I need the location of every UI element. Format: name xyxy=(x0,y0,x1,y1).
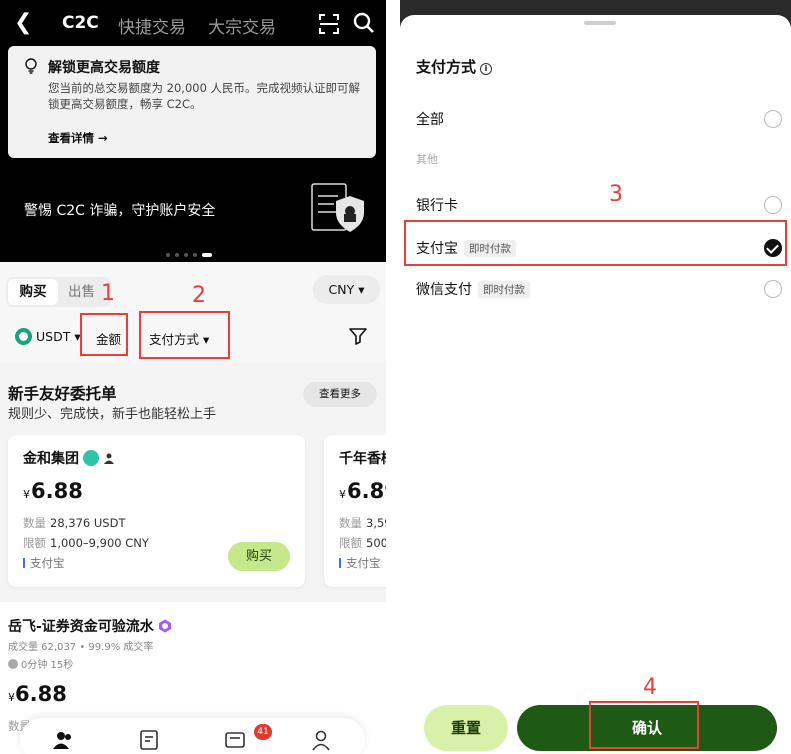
sheet-title: 支付方式 i xyxy=(416,56,493,77)
highlight-box-payment xyxy=(139,311,230,359)
c2c-market-screen: ❮ C2C 快捷交易 大宗交易 解锁更高交易额度 您当前的总交易额度为 20,0… xyxy=(0,0,386,754)
annotation-4: 4 xyxy=(643,675,657,700)
merchant-stats: 成交量 62,037 • 99.9% 成交率 xyxy=(8,642,154,653)
offer-price: ¥6.89 xyxy=(339,479,386,503)
offer-payment: 支付宝 xyxy=(339,555,381,571)
lightbulb-icon xyxy=(25,58,37,74)
profile-icon[interactable] xyxy=(310,729,332,751)
novice-title: 新手友好委托单 xyxy=(8,385,117,403)
header-area: ❮ C2C 快捷交易 大宗交易 解锁更高交易额度 您当前的总交易额度为 20,0… xyxy=(0,0,386,262)
unlock-description: 您当前的总交易额度为 20,000 人民币。完成视频认证即可解锁更高交易额度，畅… xyxy=(48,81,361,111)
option-wechat-pay[interactable]: 微信支付 即时付款 xyxy=(400,269,791,309)
section-other-label: 其他 xyxy=(416,153,438,166)
annotation-2: 2 xyxy=(192,283,206,308)
usdt-coin-icon xyxy=(15,328,32,345)
option-label: 全部 xyxy=(416,112,444,128)
fraud-warning-text: 警惕 C2C 诈骗，守护账户安全 xyxy=(24,203,216,219)
back-icon[interactable]: ❮ xyxy=(14,10,32,35)
tab-bulk-trade[interactable]: 大宗交易 xyxy=(208,13,276,38)
sheet-handle[interactable] xyxy=(584,21,616,25)
offer-quantity: 数量3,59 xyxy=(339,516,386,530)
payment-method-sheet: 支付方式 i 全部 其他 银行卡 支付宝 即时付款 微信支付 即时付款 3 重置 确认 xyxy=(400,15,791,754)
scan-icon[interactable] xyxy=(319,14,339,34)
option-bank-card[interactable]: 银行卡 xyxy=(400,185,791,225)
tab-sell[interactable]: 出售 xyxy=(68,279,95,305)
offer-card[interactable]: 金和集团 ¥6.88 数量 28,376 USDT 限额 1,000–9,900 C… xyxy=(8,435,305,587)
highlight-box-confirm xyxy=(589,701,699,749)
option-label: 银行卡 xyxy=(416,198,458,214)
highlight-box-amount xyxy=(80,313,128,356)
radio-button[interactable] xyxy=(764,196,782,214)
offer-quantity: 数量 28,376 USDT xyxy=(23,516,126,530)
buy-sell-toggle: 购买 出售 xyxy=(6,277,112,307)
filter-icon[interactable] xyxy=(348,326,368,346)
security-shield-illustration xyxy=(311,183,364,232)
document-icon[interactable] xyxy=(138,729,160,751)
option-label: 微信支付 即时付款 xyxy=(416,279,530,299)
unread-badge: 41 xyxy=(254,724,272,740)
search-icon[interactable] xyxy=(353,12,375,34)
offer-price: ¥6.88 xyxy=(23,479,83,503)
message-icon[interactable] xyxy=(224,729,246,751)
coin-select[interactable]: USDT ▾ xyxy=(36,329,81,344)
offer-card[interactable]: 千年香樟 ¥6.89 数量3,59 限额500 支付宝 xyxy=(324,435,386,587)
merchant-badge-icon xyxy=(104,453,114,464)
bottom-nav: 41 xyxy=(20,718,365,754)
hexagon-badge-icon xyxy=(158,619,171,633)
payment-method-screen: 支付方式 i 全部 其他 银行卡 支付宝 即时付款 微信支付 即时付款 3 重置 确认 xyxy=(400,0,791,754)
radio-button[interactable] xyxy=(764,280,782,298)
buy-button[interactable]: 购买 xyxy=(228,542,290,571)
merchant-name: 千年香樟 xyxy=(339,451,386,467)
screen: ❮ C2C 快捷交易 大宗交易 解锁更高交易额度 您当前的总交易额度为 20,0… xyxy=(0,0,791,754)
merchant-release-time: 0分钟 15秒 xyxy=(8,656,73,671)
fiat-currency-select[interactable]: CNY ▾ xyxy=(313,275,380,304)
offer-limit: 限额 1,000–9,900 CNY xyxy=(23,536,149,550)
reset-button[interactable]: 重置 xyxy=(424,705,508,751)
annotation-1: 1 xyxy=(101,281,115,306)
carousel-indicator xyxy=(166,244,217,257)
offer-limit: 限额 500 xyxy=(339,536,386,550)
radio-button[interactable] xyxy=(764,110,782,128)
highlight-box-alipay xyxy=(404,220,787,266)
offer-payment: 支付宝 xyxy=(23,555,65,571)
tab-quick-trade[interactable]: 快捷交易 xyxy=(118,13,186,38)
unlock-title: 解锁更高交易额度 xyxy=(48,60,160,76)
instant-payment-tag: 即时付款 xyxy=(478,281,530,298)
top-nav: ❮ C2C 快捷交易 大宗交易 xyxy=(0,0,386,48)
users-icon[interactable] xyxy=(52,729,74,751)
tab-c2c[interactable]: C2C xyxy=(62,13,99,33)
merchant-name: 岳飞-证券资金可验流水 xyxy=(8,616,172,636)
verified-badge-icon xyxy=(83,450,99,466)
tab-buy[interactable]: 购买 xyxy=(8,279,58,305)
info-icon[interactable]: i xyxy=(480,63,493,75)
merchant-name: 金和集团 xyxy=(23,448,115,468)
view-details-link[interactable]: 查看详情 → xyxy=(48,130,108,146)
novice-subtitle: 规则少、完成快，新手也能轻松上手 xyxy=(8,407,217,422)
novice-section: 新手友好委托单 规则少、完成快，新手也能轻松上手 查看更多 金和集团 ¥6.88… xyxy=(0,362,386,602)
option-all[interactable]: 全部 xyxy=(400,99,791,139)
view-more-button[interactable]: 查看更多 xyxy=(303,382,377,407)
unlock-limit-card[interactable]: 解锁更高交易额度 您当前的总交易额度为 20,000 人民币。完成视频认证即可解… xyxy=(8,46,376,158)
merchant-price: ¥6.88 xyxy=(8,682,67,706)
annotation-3: 3 xyxy=(609,182,623,207)
